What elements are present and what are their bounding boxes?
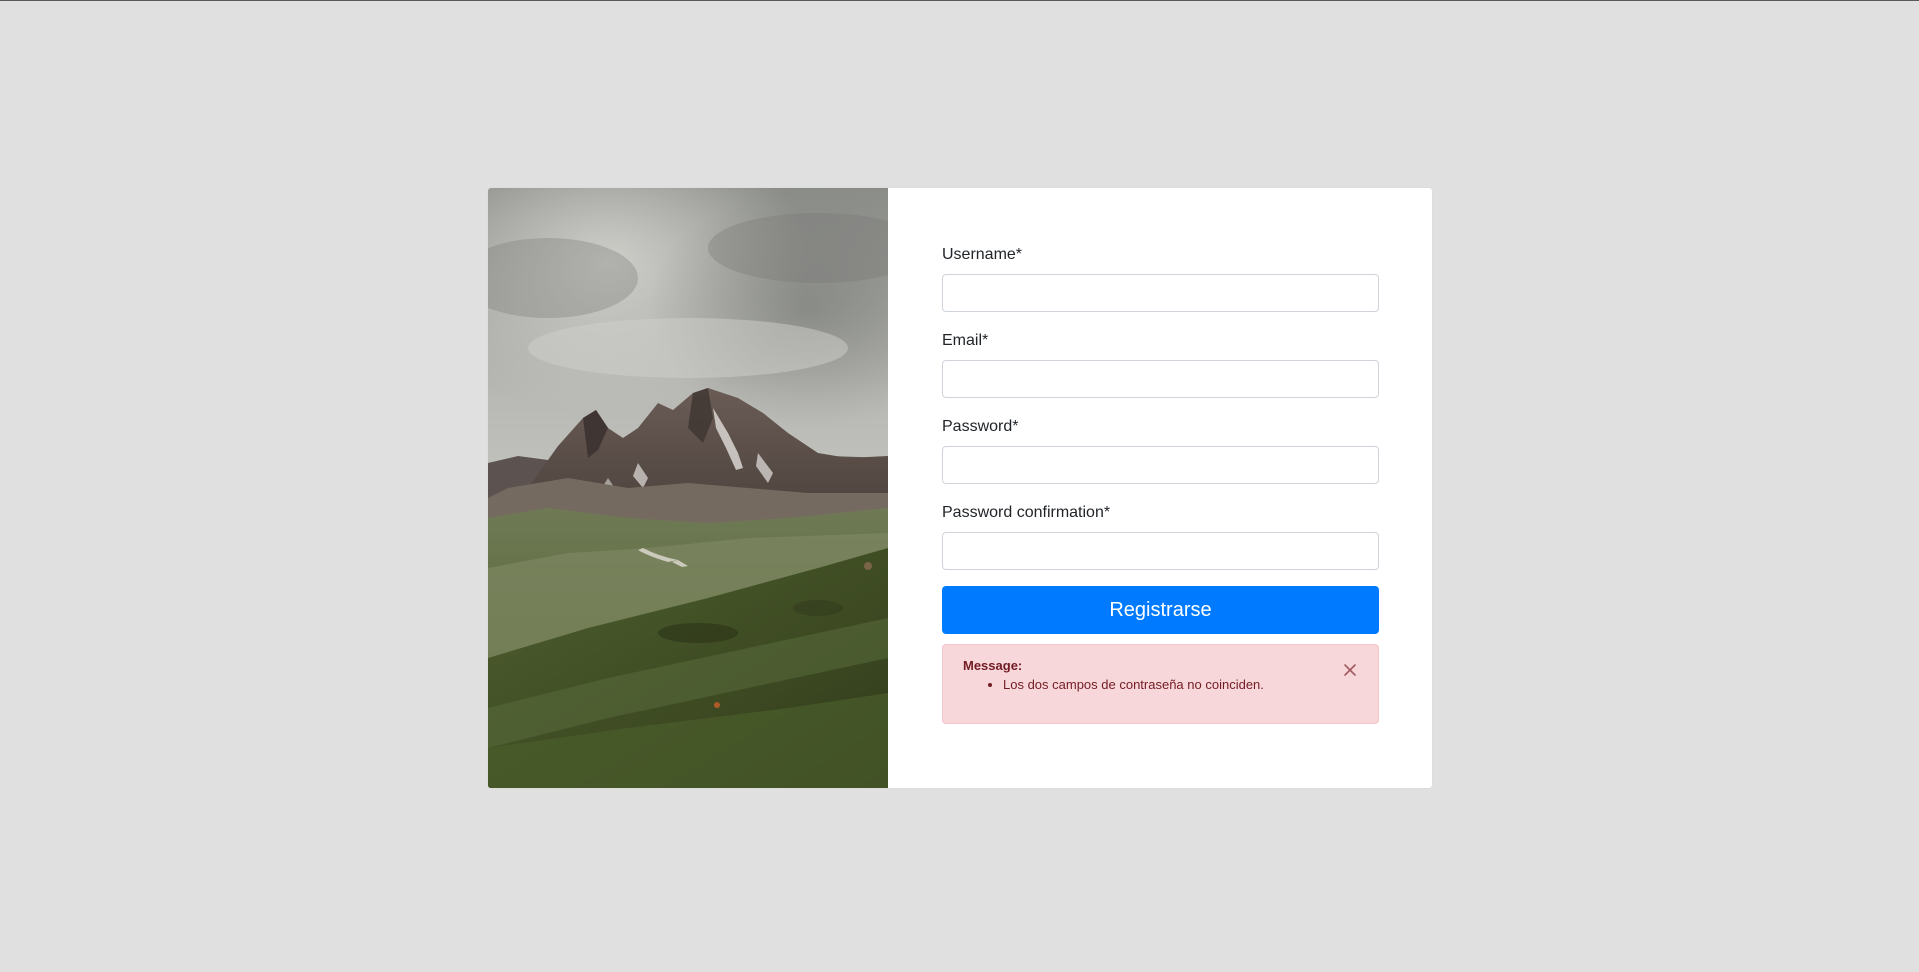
alert-title: Message:	[963, 658, 1023, 673]
alert-message-item: Los dos campos de contraseña no coincide…	[1003, 677, 1358, 693]
email-label: Email*	[942, 332, 989, 349]
register-button[interactable]: Registrarse	[942, 586, 1379, 634]
password-input[interactable]	[942, 446, 1379, 484]
password-confirmation-group: Password confirmation*	[942, 503, 1379, 570]
password-confirmation-input[interactable]	[942, 532, 1379, 570]
email-group: Email*	[942, 331, 1379, 398]
password-group: Password*	[942, 417, 1379, 484]
signup-form-panel: Username* Email* Password* Password conf…	[888, 188, 1432, 788]
landscape-illustration	[488, 188, 888, 788]
password-confirmation-label: Password confirmation*	[942, 504, 1111, 521]
username-label: Username*	[942, 246, 1023, 263]
username-input[interactable]	[942, 274, 1379, 312]
alert-message-list: Los dos campos de contraseña no coincide…	[963, 677, 1358, 693]
signup-form: Username* Email* Password* Password conf…	[942, 245, 1379, 724]
close-icon[interactable]	[1342, 662, 1358, 678]
password-label: Password*	[942, 418, 1019, 435]
username-group: Username*	[942, 245, 1379, 312]
mountain-landscape-image	[488, 188, 888, 788]
email-input[interactable]	[942, 360, 1379, 398]
error-alert: Message: Los dos campos de contraseña no…	[942, 644, 1379, 724]
signup-card: Username* Email* Password* Password conf…	[488, 188, 1432, 788]
